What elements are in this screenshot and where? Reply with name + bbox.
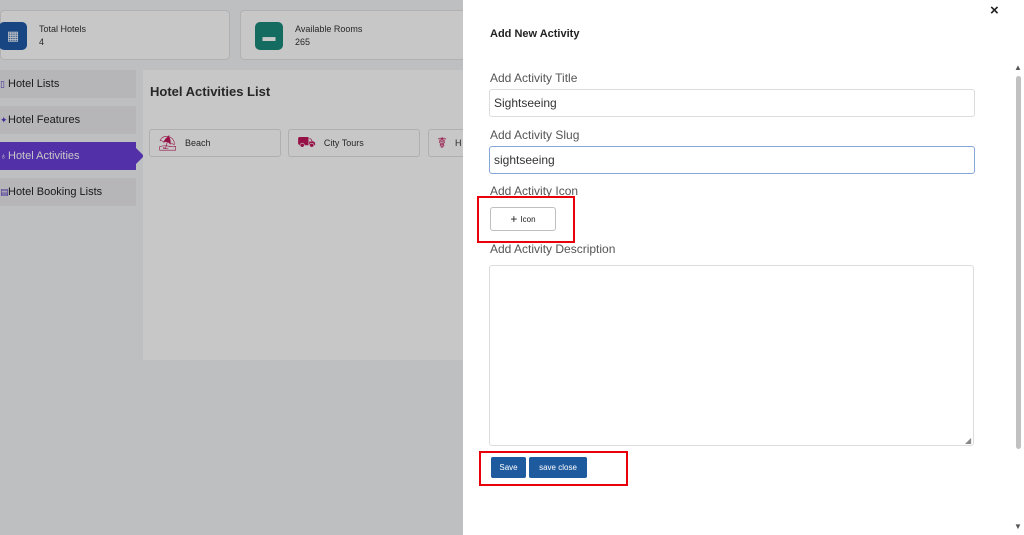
modal-overlay[interactable] [0,0,463,535]
add-activity-drawer: × Add New Activity Add Activity Title Ad… [463,0,1024,535]
activity-title-label: Add Activity Title [490,71,578,85]
highlight-box-save-buttons [479,451,628,486]
scroll-thumb[interactable] [1016,76,1021,449]
highlight-box-icon-button [477,196,575,243]
scrollbar[interactable]: ▲ ▼ [1013,0,1024,535]
activity-title-input[interactable] [489,89,975,117]
close-icon[interactable]: × [990,2,999,19]
activity-slug-input[interactable] [489,146,975,174]
activity-description-textarea[interactable] [489,265,974,446]
activity-description-label: Add Activity Description [490,242,616,256]
activity-slug-label: Add Activity Slug [490,128,580,142]
resize-grip-icon[interactable]: ◢ [965,436,971,445]
scroll-up-icon[interactable]: ▲ [1014,63,1022,72]
drawer-title: Add New Activity [490,28,580,40]
scroll-down-icon[interactable]: ▼ [1014,522,1022,531]
